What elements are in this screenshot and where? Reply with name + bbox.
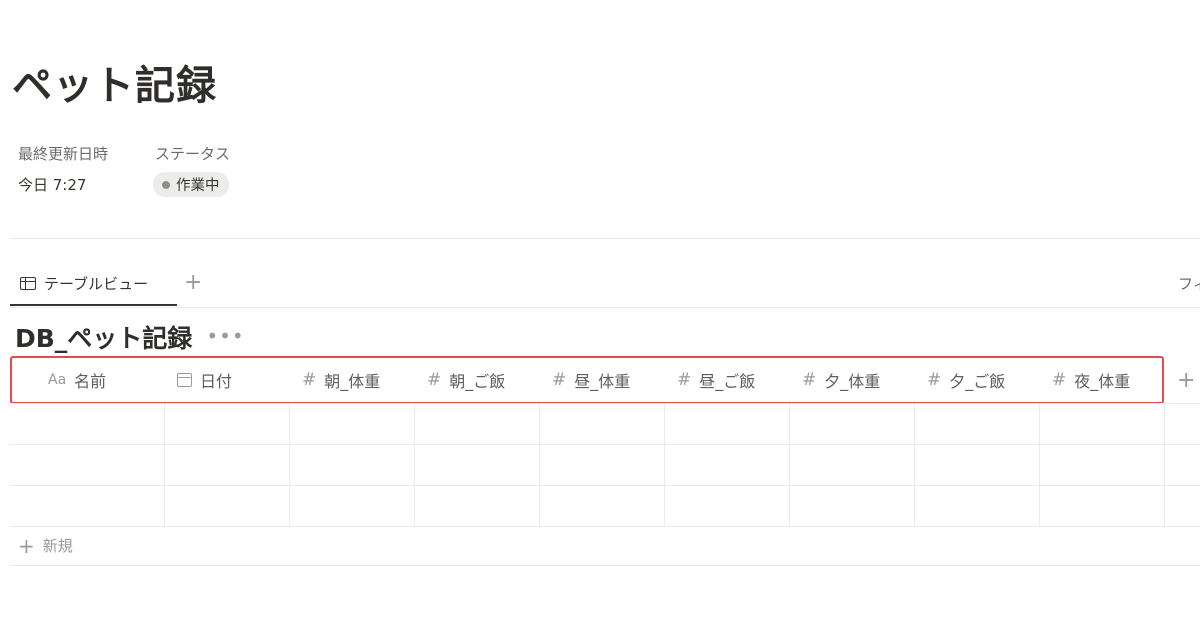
column-header[interactable]: # 昼_体重 <box>540 357 665 403</box>
divider <box>10 565 1200 566</box>
column-header[interactable]: # 昼_ご飯 <box>665 357 790 403</box>
column-header-label: 朝_ご飯 <box>449 372 506 391</box>
plus-icon: + <box>18 534 35 558</box>
column-header-label: 名前 <box>74 372 107 391</box>
table-cell[interactable] <box>290 404 415 444</box>
property-name-last-edited[interactable]: 最終更新日時 <box>18 140 155 168</box>
table-cell[interactable] <box>665 486 790 526</box>
number-icon: # <box>427 370 442 390</box>
table-cell[interactable] <box>10 445 165 485</box>
column-header-label: 日付 <box>200 372 233 391</box>
property-name-status[interactable]: ステータス <box>155 140 231 168</box>
table-cell[interactable] <box>10 404 165 444</box>
table-cell[interactable] <box>540 404 665 444</box>
table-cell[interactable] <box>790 445 915 485</box>
table-cell[interactable] <box>540 486 665 526</box>
property-last-edited: 最終更新日時 今日 7:27 <box>18 140 155 202</box>
table-cell[interactable] <box>915 486 1040 526</box>
new-row-button[interactable]: + 新規 <box>18 527 73 565</box>
table-cell[interactable] <box>665 445 790 485</box>
table-cell[interactable] <box>165 445 290 485</box>
database-title: DB_ペット記録 ••• <box>15 320 245 358</box>
status-dot-icon <box>162 180 170 189</box>
text-property-icon: Aa <box>48 372 67 388</box>
table-row <box>10 403 1200 444</box>
add-property-button[interactable]: + <box>1165 368 1195 393</box>
column-header[interactable]: # 夕_ご飯 <box>915 357 1040 403</box>
table-header-row: Aa 名前 日付 # 朝_体重 # 朝_ご飯 # 昼_体重 # 昼_ご飯 # 夕_体重 # 夕_ご飯 # 夜_体… <box>10 357 1200 403</box>
table-cell[interactable] <box>290 486 415 526</box>
divider <box>10 307 1200 308</box>
view-tabs: テーブルビュー + フィ <box>10 262 1200 307</box>
table-cell[interactable] <box>790 404 915 444</box>
page-properties: 最終更新日時 今日 7:27 ステータス 作業中 <box>18 140 231 202</box>
column-header-label: 朝_体重 <box>324 372 381 391</box>
column-header[interactable]: 日付 <box>165 357 290 403</box>
table-cell[interactable] <box>290 445 415 485</box>
table-row <box>10 485 1200 527</box>
calendar-icon <box>177 373 192 387</box>
tab-table-view[interactable]: テーブルビュー <box>10 262 177 306</box>
table-cell[interactable] <box>1040 445 1165 485</box>
number-icon: # <box>802 370 817 390</box>
status-badge-label: 作業中 <box>176 178 220 194</box>
table-cell[interactable] <box>1040 486 1165 526</box>
column-header-label: 昼_体重 <box>574 372 631 391</box>
table-row <box>10 444 1200 485</box>
table-icon <box>20 276 36 290</box>
status-badge[interactable]: 作業中 <box>153 172 229 197</box>
column-header[interactable]: # 夜_体重 <box>1040 357 1165 403</box>
number-icon: # <box>1052 370 1067 390</box>
table-cell[interactable] <box>415 486 540 526</box>
column-header-label: 夕_ご飯 <box>949 372 1006 391</box>
number-icon: # <box>302 370 317 390</box>
page-title[interactable]: ペット記録 <box>12 58 217 114</box>
table-cell[interactable] <box>415 404 540 444</box>
table-cell[interactable] <box>1040 404 1165 444</box>
database-title-text[interactable]: DB_ペット記録 <box>15 320 192 358</box>
column-header-label: 夕_体重 <box>824 372 881 391</box>
table-cell[interactable] <box>665 404 790 444</box>
table-cell[interactable] <box>790 486 915 526</box>
property-status: ステータス 作業中 <box>153 140 231 202</box>
table-cell[interactable] <box>915 445 1040 485</box>
column-header[interactable]: # 朝_体重 <box>290 357 415 403</box>
number-icon: # <box>552 370 567 390</box>
table-cell[interactable] <box>915 404 1040 444</box>
table-cell[interactable] <box>540 445 665 485</box>
table-cell[interactable] <box>165 486 290 526</box>
number-icon: # <box>677 370 692 390</box>
table-cell[interactable] <box>10 486 165 526</box>
add-view-button[interactable]: + <box>184 270 202 296</box>
filter-button[interactable]: フィ <box>1178 273 1200 294</box>
column-header[interactable]: # 夕_体重 <box>790 357 915 403</box>
property-value-last-edited: 今日 7:27 <box>18 176 87 194</box>
column-header[interactable]: # 朝_ご飯 <box>415 357 540 403</box>
column-header-label: 昼_ご飯 <box>699 372 756 391</box>
tab-table-view-label: テーブルビュー <box>44 274 149 293</box>
more-options-icon[interactable]: ••• <box>206 317 244 355</box>
divider <box>10 238 1200 239</box>
table-body <box>10 403 1200 527</box>
table-cell[interactable] <box>415 445 540 485</box>
column-header-label: 夜_体重 <box>1074 372 1131 391</box>
number-icon: # <box>927 370 942 390</box>
table-cell[interactable] <box>165 404 290 444</box>
column-header[interactable]: Aa 名前 <box>10 357 165 403</box>
new-row-label: 新規 <box>42 537 73 555</box>
